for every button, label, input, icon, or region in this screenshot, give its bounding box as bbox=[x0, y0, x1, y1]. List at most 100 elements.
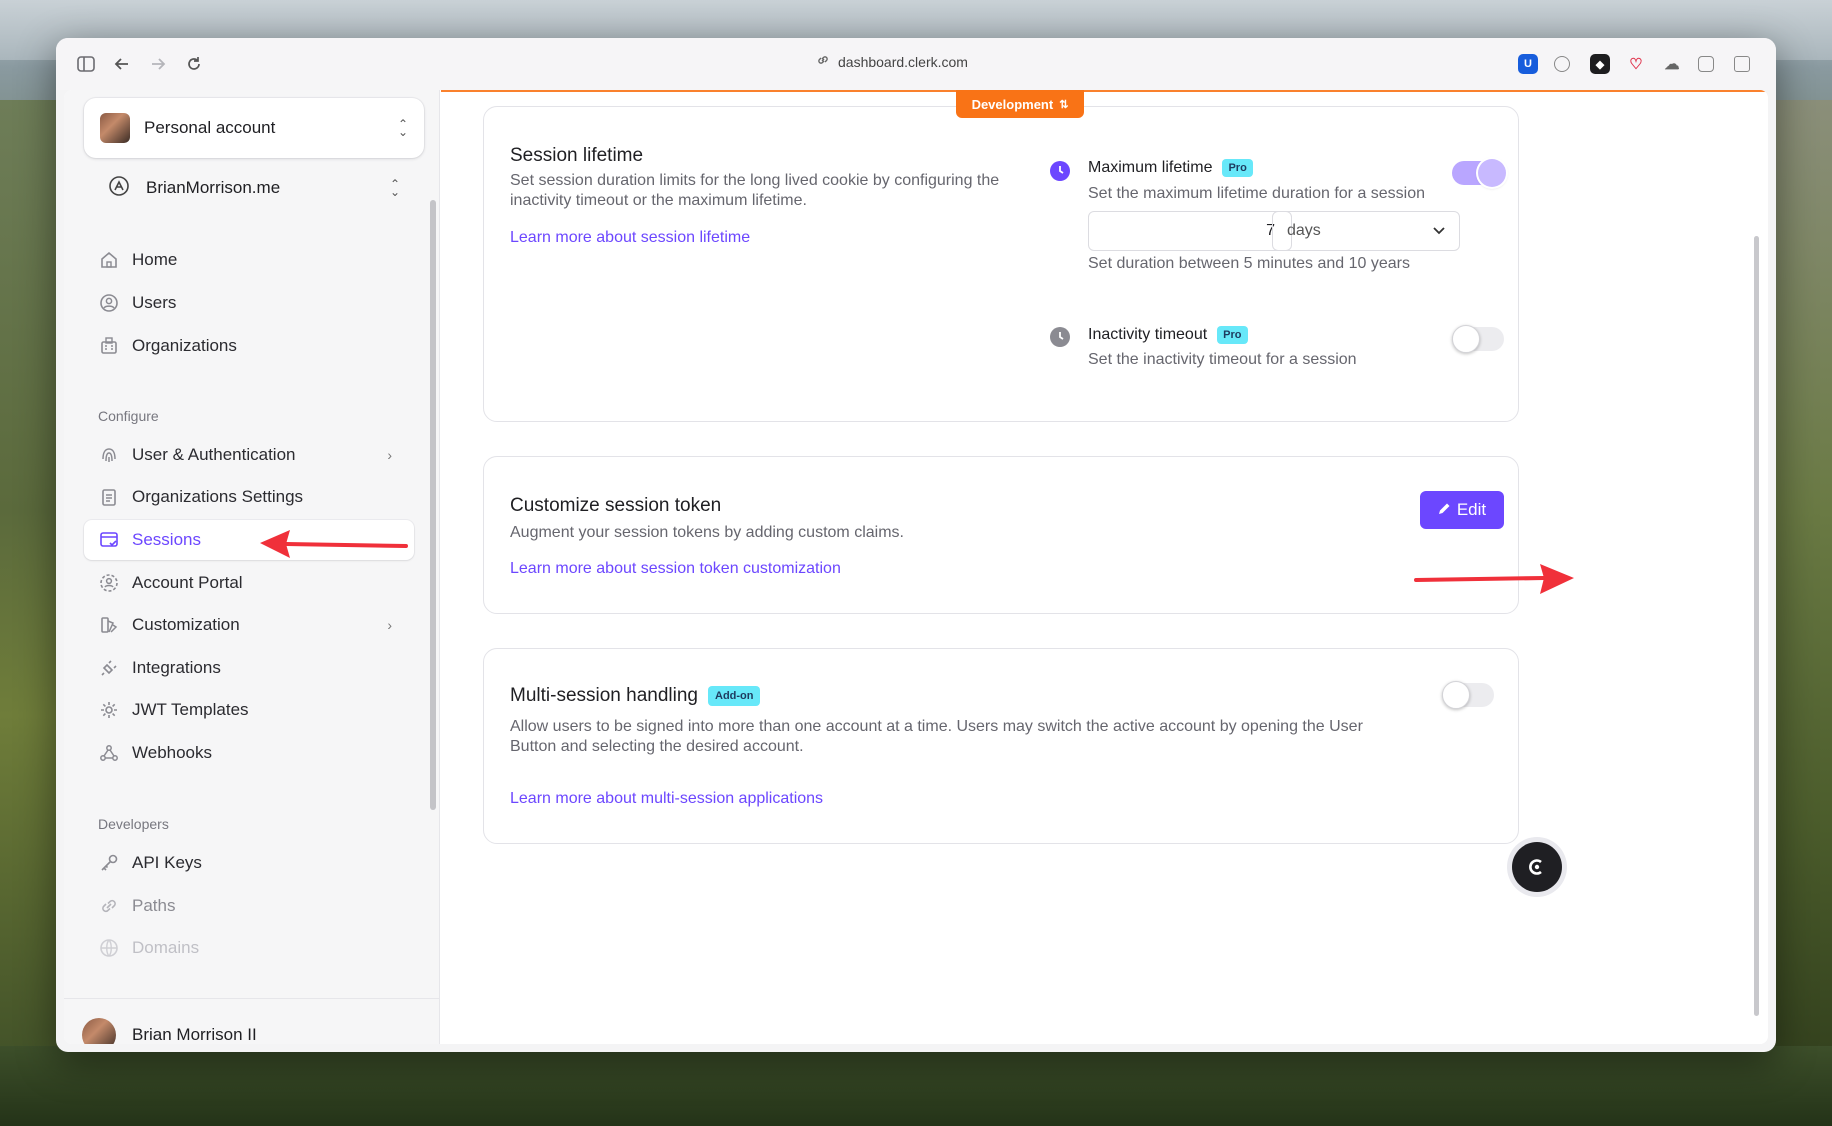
learn-more-link[interactable]: Learn more about session lifetime bbox=[510, 229, 750, 247]
sidebar-item-label: Sessions bbox=[132, 530, 201, 549]
learn-more-link[interactable]: Learn more about multi-session applicati… bbox=[510, 790, 823, 808]
key-icon bbox=[98, 852, 120, 874]
fingerprint-icon bbox=[98, 444, 120, 466]
chevron-right-icon: › bbox=[387, 447, 392, 463]
address-bar[interactable]: dashboard.clerk.com bbox=[816, 53, 968, 70]
pocket-icon[interactable]: ♡ bbox=[1626, 54, 1646, 74]
forward-icon[interactable] bbox=[146, 52, 170, 76]
link-icon bbox=[98, 895, 120, 917]
sidebar-item-label: Domains bbox=[132, 938, 200, 957]
clock-icon bbox=[1050, 161, 1070, 181]
environment-label: Development bbox=[971, 96, 1054, 112]
lifetime-unit-select[interactable]: days bbox=[1272, 211, 1460, 251]
sidebar-item-integrations[interactable]: Integrations bbox=[84, 648, 414, 688]
sidebar-toggle-icon[interactable] bbox=[74, 52, 98, 76]
sidebar-item-jwt-templates[interactable]: JWT Templates bbox=[84, 690, 414, 730]
split-view-icon[interactable] bbox=[1734, 56, 1750, 72]
sidebar-item-customization[interactable]: Customization › bbox=[84, 605, 414, 645]
portal-icon bbox=[98, 572, 120, 594]
sidebar-item-account-portal[interactable]: Account Portal bbox=[84, 563, 414, 603]
card-title: Session lifetime bbox=[510, 145, 644, 166]
session-lifetime-card: Session lifetime Set session duration li… bbox=[483, 106, 1519, 422]
sessions-icon bbox=[98, 529, 120, 551]
account-switcher[interactable]: Personal account ⌃ ⌄ bbox=[84, 98, 424, 158]
card-description: Allow users to be signed into more than … bbox=[510, 718, 1363, 755]
sidebar-item-label: Home bbox=[132, 250, 178, 269]
cloud-icon[interactable]: ☁ bbox=[1662, 54, 1682, 74]
inactivity-timeout-toggle[interactable] bbox=[1452, 325, 1504, 353]
sidebar-item-organizations[interactable]: Organizations bbox=[84, 326, 414, 366]
wallpaper-left bbox=[0, 100, 60, 1126]
sidebar-item-label: Integrations bbox=[132, 658, 221, 677]
clock-icon bbox=[1050, 327, 1070, 347]
app-name: BrianMorrison.me bbox=[146, 178, 281, 197]
multi-session-card: Multi-session handling Add-on Allow user… bbox=[483, 648, 1519, 844]
customization-icon bbox=[98, 614, 120, 636]
section-configure: Configure bbox=[98, 408, 159, 424]
maximum-lifetime-description: Set the maximum lifetime duration for a … bbox=[1088, 185, 1426, 202]
gear-icon bbox=[98, 699, 120, 721]
extension-icon[interactable]: ◆ bbox=[1590, 54, 1610, 74]
annotation-arrow-right bbox=[1414, 564, 1574, 594]
multi-session-toggle[interactable] bbox=[1442, 681, 1494, 709]
environment-badge[interactable]: Development ⇅ bbox=[956, 90, 1084, 118]
toggle-knob bbox=[1452, 325, 1480, 353]
main-scrollbar[interactable] bbox=[1754, 236, 1759, 1016]
sidebar-item-organizations-settings[interactable]: Organizations Settings bbox=[84, 477, 414, 517]
sidebar-item-user-authentication[interactable]: User & Authentication › bbox=[84, 435, 414, 475]
clerk-help-button[interactable] bbox=[1512, 842, 1562, 892]
environment-line bbox=[441, 90, 1768, 92]
reader-icon[interactable] bbox=[1698, 56, 1714, 72]
sidebar-item-home[interactable]: Home bbox=[84, 240, 414, 280]
sidebar-item-label: Account Portal bbox=[132, 573, 243, 592]
pencil-icon bbox=[1438, 500, 1451, 520]
learn-more-link[interactable]: Learn more about session token customiza… bbox=[510, 560, 841, 578]
sidebar-item-users[interactable]: Users bbox=[84, 283, 414, 323]
account-name: Personal account bbox=[144, 118, 276, 137]
maximum-lifetime-title: Maximum lifetime Pro bbox=[1088, 159, 1253, 177]
grammarly-icon[interactable] bbox=[1554, 56, 1570, 72]
url-text: dashboard.clerk.com bbox=[838, 53, 968, 70]
sidebar: Personal account ⌃ ⌄ BrianMorrison.me ⌃ ⌄ … bbox=[64, 90, 440, 1044]
pro-badge: Pro bbox=[1217, 326, 1248, 344]
bitwarden-icon[interactable]: U bbox=[1518, 54, 1538, 74]
sidebar-item-paths[interactable]: Paths bbox=[84, 886, 414, 926]
building-icon bbox=[98, 335, 120, 357]
maximum-lifetime-toggle[interactable] bbox=[1452, 159, 1506, 187]
sidebar-item-label: JWT Templates bbox=[132, 700, 249, 719]
plug-icon bbox=[98, 657, 120, 679]
wallpaper-right bbox=[1772, 100, 1832, 1126]
section-developers: Developers bbox=[98, 816, 169, 832]
row-title-text: Inactivity timeout bbox=[1088, 326, 1208, 343]
user-menu[interactable]: Brian Morrison II bbox=[82, 1018, 257, 1044]
browser-toolbar: dashboard.clerk.com U ◆ ♡ ☁ bbox=[56, 38, 1776, 90]
user-avatar bbox=[82, 1018, 116, 1044]
back-icon[interactable] bbox=[110, 52, 134, 76]
user-name: Brian Morrison II bbox=[132, 1025, 257, 1044]
globe-icon bbox=[98, 937, 120, 959]
toggle-knob bbox=[1478, 159, 1506, 187]
edit-button[interactable]: Edit bbox=[1420, 491, 1504, 529]
wallpaper-bottom bbox=[0, 1046, 1832, 1126]
row-title-text: Maximum lifetime bbox=[1088, 159, 1213, 176]
reload-icon[interactable] bbox=[182, 52, 206, 76]
sidebar-scrollbar[interactable] bbox=[430, 200, 436, 810]
annotation-arrow-left bbox=[260, 530, 408, 558]
sidebar-item-label: Organizations bbox=[132, 336, 237, 355]
sidebar-item-webhooks[interactable]: Webhooks bbox=[84, 733, 414, 773]
sidebar-item-api-keys[interactable]: API Keys bbox=[84, 843, 414, 883]
chevron-right-icon: › bbox=[387, 617, 392, 633]
inactivity-timeout-description: Set the inactivity timeout for a session bbox=[1088, 351, 1357, 368]
sidebar-item-label: Organizations Settings bbox=[132, 487, 304, 506]
sidebar-item-label: Customization bbox=[132, 615, 240, 634]
application-switcher[interactable]: BrianMorrison.me ⌃ ⌄ bbox=[84, 160, 424, 216]
clipboard-icon bbox=[98, 486, 120, 508]
sidebar-item-domains[interactable]: Domains bbox=[84, 928, 414, 968]
sidebar-item-label: Paths bbox=[132, 896, 176, 915]
addon-badge: Add-on bbox=[708, 686, 761, 706]
account-avatar bbox=[100, 113, 130, 143]
link-icon bbox=[816, 53, 830, 70]
chevron-down-icon bbox=[1433, 222, 1445, 240]
lifetime-value-input[interactable]: 7 bbox=[1088, 211, 1292, 251]
edit-button-label: Edit bbox=[1456, 500, 1487, 519]
